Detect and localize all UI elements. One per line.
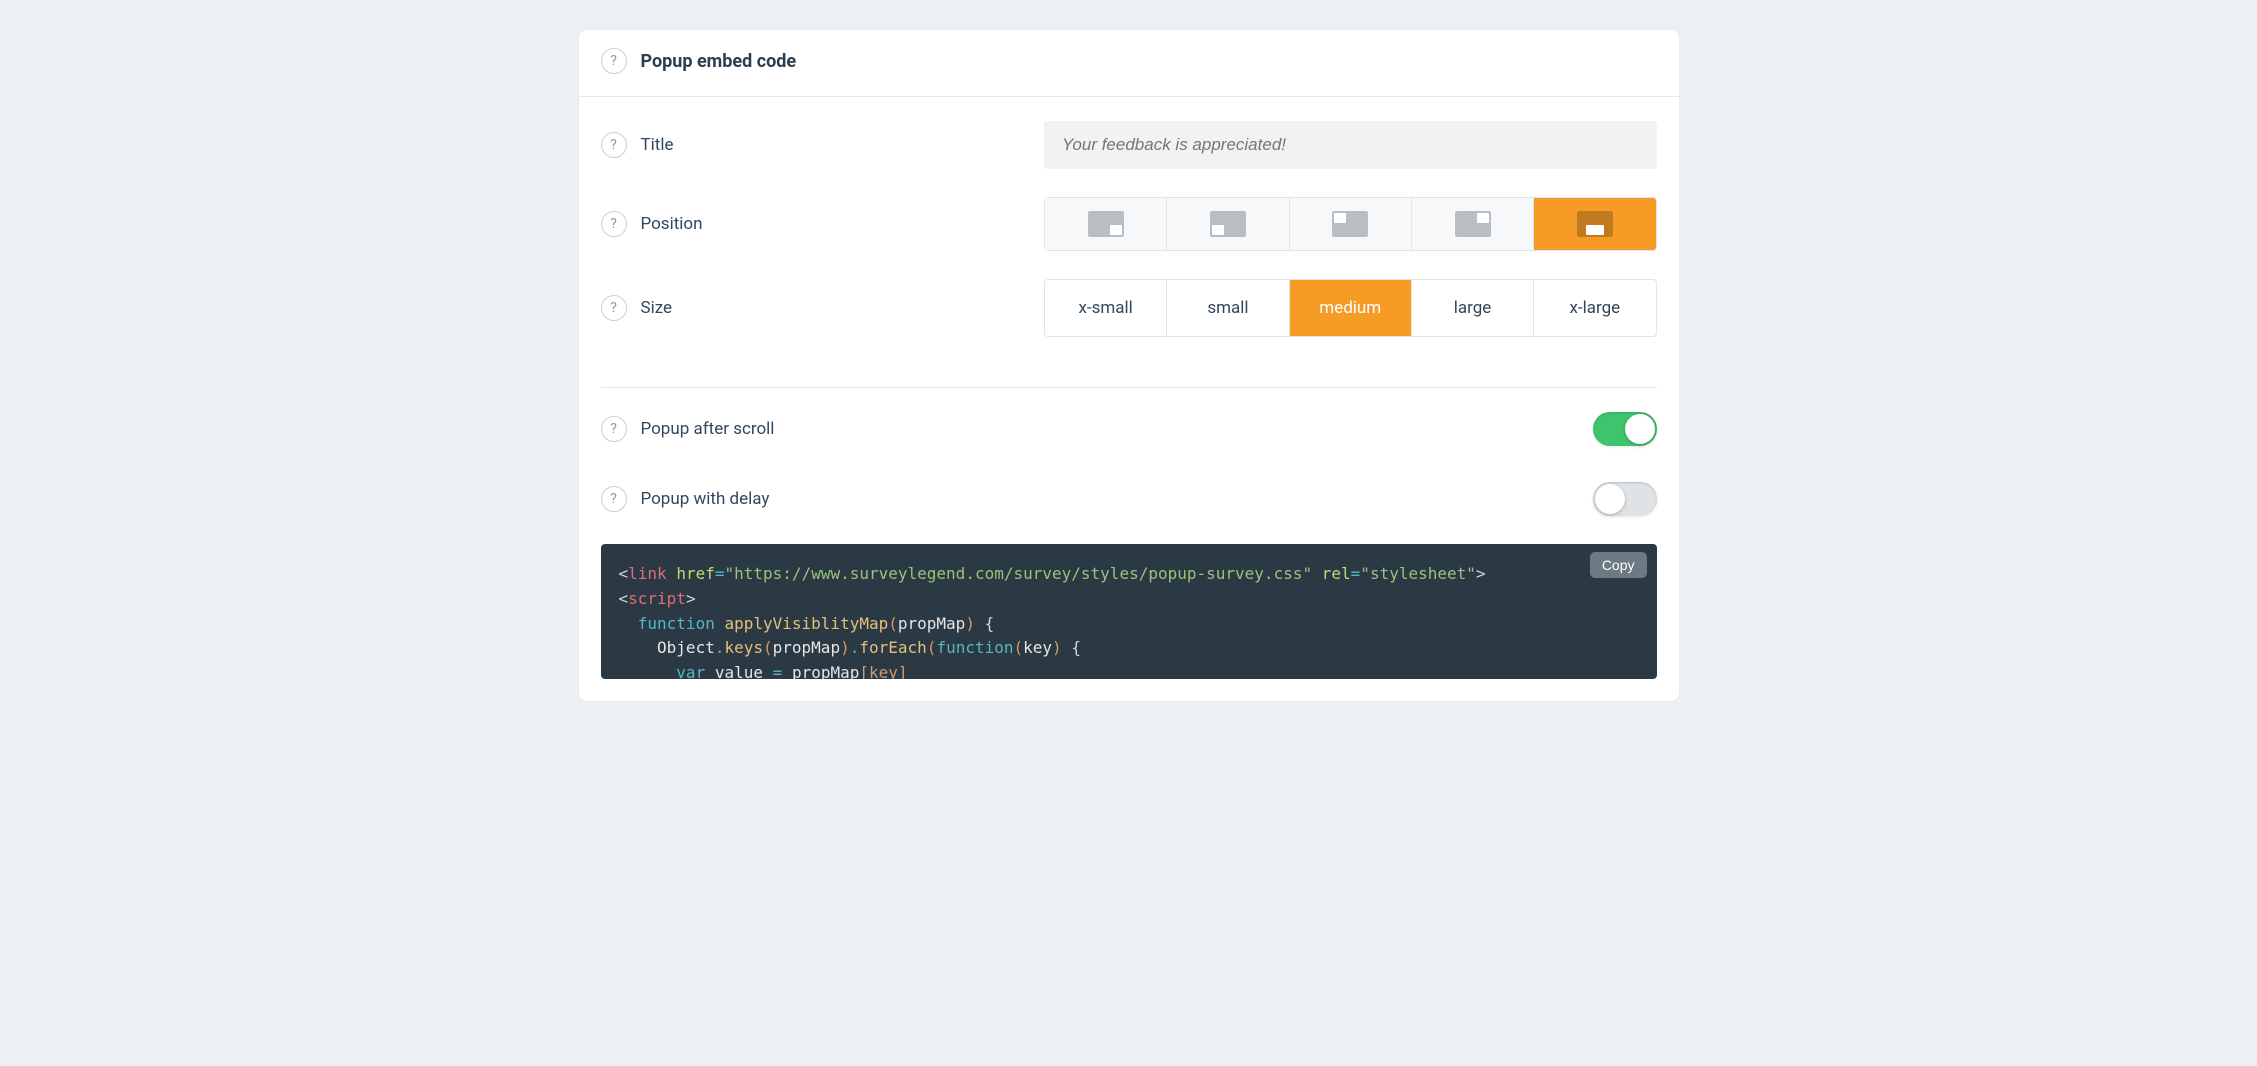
field-label: Title xyxy=(641,135,674,155)
position-bottom-center[interactable] xyxy=(1534,198,1655,250)
title-input[interactable] xyxy=(1044,121,1656,169)
card-header: ? Popup embed code xyxy=(579,30,1679,97)
code-tok: [key] xyxy=(859,663,907,679)
toggle-knob xyxy=(1595,484,1625,514)
code-tok: var xyxy=(676,663,705,679)
size-large[interactable]: large xyxy=(1412,280,1534,336)
position-bottom-left[interactable] xyxy=(1167,198,1289,250)
position-row: ? Position xyxy=(601,183,1657,265)
code-tok: keys xyxy=(724,638,763,657)
toggle-knob xyxy=(1625,414,1655,444)
help-icon[interactable]: ? xyxy=(601,416,627,442)
code-rel: stylesheet xyxy=(1370,564,1466,583)
delay-toggle-row: ? Popup with delay xyxy=(579,464,1679,534)
position-icon xyxy=(1332,211,1368,237)
position-icon xyxy=(1577,211,1613,237)
position-icon xyxy=(1210,211,1246,237)
size-group: x-small small medium large x-large xyxy=(1044,279,1656,337)
position-icon xyxy=(1455,211,1491,237)
field-label: Popup with delay xyxy=(641,489,770,509)
popup-embed-card: ? Popup embed code ? Title ? Position xyxy=(579,30,1679,701)
embed-code-block[interactable]: Copy<link href="https://www.surveylegend… xyxy=(601,544,1657,679)
size-medium[interactable]: medium xyxy=(1290,280,1412,336)
field-label: Popup after scroll xyxy=(641,419,775,439)
scroll-toggle[interactable] xyxy=(1593,412,1657,446)
code-tok: value xyxy=(715,663,763,679)
position-group xyxy=(1044,197,1656,251)
divider xyxy=(601,387,1657,388)
position-bottom-right[interactable] xyxy=(1045,198,1167,250)
field-label: Size xyxy=(641,298,673,318)
size-x-large[interactable]: x-large xyxy=(1534,280,1655,336)
delay-toggle[interactable] xyxy=(1593,482,1657,516)
position-icon xyxy=(1088,211,1124,237)
code-tok: forEach xyxy=(859,638,926,657)
settings-section: ? Title ? Position xyxy=(579,97,1679,381)
copy-button[interactable]: Copy xyxy=(1590,552,1647,578)
help-icon[interactable]: ? xyxy=(601,48,627,74)
code-href: https://www.surveylegend.com/survey/styl… xyxy=(734,564,1302,583)
help-icon[interactable]: ? xyxy=(601,486,627,512)
card-title: Popup embed code xyxy=(641,51,797,72)
code-tok: propMap xyxy=(792,663,859,679)
size-small[interactable]: small xyxy=(1167,280,1289,336)
position-top-left[interactable] xyxy=(1290,198,1412,250)
code-tok: key xyxy=(1023,638,1052,657)
code-tok: function xyxy=(936,638,1013,657)
position-top-right[interactable] xyxy=(1412,198,1534,250)
scroll-toggle-row: ? Popup after scroll xyxy=(579,394,1679,464)
help-icon[interactable]: ? xyxy=(601,211,627,237)
field-label: Position xyxy=(641,214,703,234)
help-icon[interactable]: ? xyxy=(601,132,627,158)
code-param: propMap xyxy=(898,614,965,633)
code-tok: Object xyxy=(657,638,715,657)
help-icon[interactable]: ? xyxy=(601,295,627,321)
title-row: ? Title xyxy=(601,107,1657,183)
code-fn: applyVisiblityMap xyxy=(724,614,888,633)
size-row: ? Size x-small small medium large x-larg… xyxy=(601,265,1657,351)
code-tok: propMap xyxy=(773,638,840,657)
size-x-small[interactable]: x-small xyxy=(1045,280,1167,336)
